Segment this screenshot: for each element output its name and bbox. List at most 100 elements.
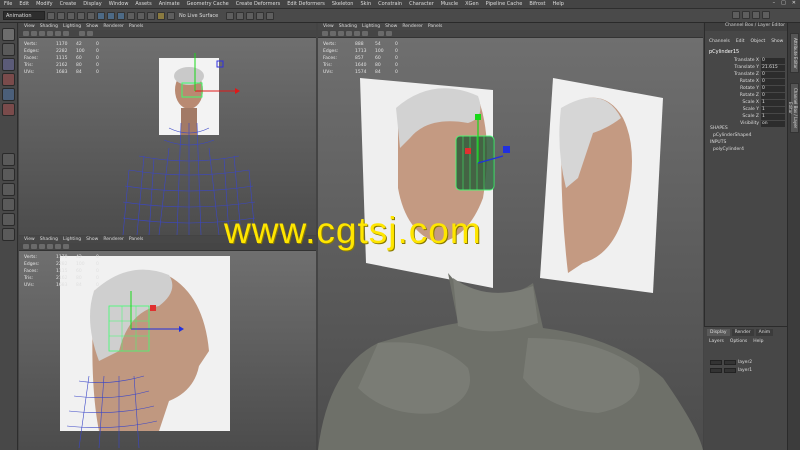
viewport-side[interactable]: View Shading Lighting Show Renderer Pane…: [19, 236, 316, 450]
attr-value-field[interactable]: 21.615: [761, 64, 785, 71]
move-tool-icon[interactable]: [2, 73, 15, 86]
attr-row[interactable]: Scale X1: [705, 99, 788, 106]
grid-icon[interactable]: [31, 244, 37, 249]
panel-menu-panels[interactable]: Panels: [129, 237, 143, 242]
selected-object-name[interactable]: pCylinder15: [709, 49, 739, 55]
menu-display[interactable]: Display: [83, 1, 101, 7]
panel-menu-show[interactable]: Show: [86, 24, 98, 29]
menu-constrain[interactable]: Constrain: [378, 1, 402, 7]
panel-menu-shading[interactable]: Shading: [40, 237, 58, 242]
undo-icon[interactable]: [77, 11, 85, 20]
menu-set-dropdown[interactable]: Animation: [3, 11, 45, 20]
attr-value-field[interactable]: 0: [761, 57, 785, 64]
panel-menu-view[interactable]: View: [24, 237, 35, 242]
smooth-shade-icon[interactable]: [47, 31, 53, 36]
input-node[interactable]: polyCylinder4: [705, 147, 788, 152]
tab-anim[interactable]: Anim: [755, 329, 774, 336]
layer-visibility-toggle[interactable]: [710, 368, 722, 373]
channel-box-tab[interactable]: Channel Box / Layer Editor: [788, 83, 799, 133]
isolate-icon[interactable]: [378, 31, 384, 36]
attr-value-field[interactable]: 0: [761, 71, 785, 78]
layout-two-icon[interactable]: [2, 183, 15, 196]
cb-menu-show[interactable]: Show: [771, 39, 783, 44]
shape-node[interactable]: pCylinderShape4: [705, 133, 788, 138]
attr-row[interactable]: Translate Y 21.615: [705, 64, 788, 71]
menu-file[interactable]: File: [4, 1, 12, 7]
menu-animate[interactable]: Animate: [159, 1, 180, 7]
modeling-toolkit-icon[interactable]: [732, 11, 740, 19]
isolate-icon[interactable]: [79, 31, 85, 36]
menu-geometry-cache[interactable]: Geometry Cache: [187, 1, 229, 7]
grid-icon[interactable]: [330, 31, 336, 36]
menu-pipeline-cache[interactable]: Pipeline Cache: [486, 1, 523, 7]
attr-value-field[interactable]: 0: [761, 78, 785, 85]
menu-bifrost[interactable]: Bifrost: [529, 1, 545, 7]
select-component-icon[interactable]: [117, 11, 125, 20]
layout-single-icon[interactable]: [2, 153, 15, 166]
textured-icon[interactable]: [55, 244, 61, 249]
viewport-front[interactable]: View Shading Lighting Show Renderer Pane…: [19, 23, 316, 235]
layer-row[interactable]: layer1: [710, 367, 780, 374]
menu-create[interactable]: Create: [60, 1, 77, 7]
smooth-shade-icon[interactable]: [47, 244, 53, 249]
panel-menu-panels[interactable]: Panels: [428, 24, 442, 29]
attr-row[interactable]: Rotate X0: [705, 78, 788, 85]
menu-skin[interactable]: Skin: [360, 1, 371, 7]
menu-create-deformers[interactable]: Create Deformers: [236, 1, 281, 7]
menu-window[interactable]: Window: [109, 1, 129, 7]
panel-menu-lighting[interactable]: Lighting: [362, 24, 380, 29]
panel-menu-view[interactable]: View: [323, 24, 334, 29]
lights-icon[interactable]: [63, 244, 69, 249]
cb-menu-channels[interactable]: Channels: [709, 39, 730, 44]
panel-menu-show[interactable]: Show: [86, 237, 98, 242]
lights-icon[interactable]: [63, 31, 69, 36]
tab-display[interactable]: Display: [707, 329, 730, 336]
select-tool-icon[interactable]: [2, 28, 15, 41]
wireframe-icon[interactable]: [39, 31, 45, 36]
menu-muscle[interactable]: Muscle: [441, 1, 458, 7]
history-icon[interactable]: [226, 11, 235, 20]
attr-value-field[interactable]: 1: [761, 99, 785, 106]
hypershade-icon[interactable]: [266, 11, 275, 20]
menu-modify[interactable]: Modify: [36, 1, 53, 7]
layout-render-icon[interactable]: [2, 228, 15, 241]
camera-icon[interactable]: [322, 31, 328, 36]
attr-row[interactable]: Rotate Y0: [705, 85, 788, 92]
save-scene-icon[interactable]: [67, 11, 75, 20]
select-object-icon[interactable]: [107, 11, 115, 20]
attr-row[interactable]: Scale Y1: [705, 106, 788, 113]
tab-render[interactable]: Render: [731, 329, 754, 336]
close-icon[interactable]: ✕: [792, 0, 796, 6]
layout-graph-icon[interactable]: [2, 213, 15, 226]
attr-value-field[interactable]: 1: [761, 113, 785, 120]
lights-icon[interactable]: [362, 31, 368, 36]
viewport-canvas[interactable]: Verts: 1170 42 0 Edges: 2282 100 0 Faces: 1115 6…: [19, 251, 316, 450]
camera-icon[interactable]: [23, 31, 29, 36]
panel-menu-panels[interactable]: Panels: [129, 24, 143, 29]
channel-box-toggle-icon[interactable]: [762, 11, 770, 19]
attribute-editor-toggle-icon[interactable]: [742, 11, 750, 19]
panel-menu-renderer[interactable]: Renderer: [103, 24, 124, 29]
cb-menu-object[interactable]: Object: [751, 39, 766, 44]
maximize-icon[interactable]: □: [781, 0, 786, 6]
layer-type-toggle[interactable]: [724, 368, 736, 373]
grid-icon[interactable]: [31, 31, 37, 36]
snap-surface-icon[interactable]: [157, 11, 165, 20]
xray-icon[interactable]: [87, 31, 93, 36]
render-settings-icon[interactable]: [256, 11, 265, 20]
menu-assets[interactable]: Assets: [135, 1, 151, 7]
make-live-icon[interactable]: [167, 11, 175, 20]
wireframe-icon[interactable]: [39, 244, 45, 249]
new-scene-icon[interactable]: [47, 11, 55, 20]
cb-menu-edit[interactable]: Edit: [736, 39, 745, 44]
panel-menu-show[interactable]: Show: [385, 24, 397, 29]
attr-value-field[interactable]: 0: [761, 85, 785, 92]
layer-row[interactable]: layer2: [710, 359, 780, 366]
attr-row[interactable]: Translate Z0: [705, 71, 788, 78]
attr-value-field[interactable]: 0: [761, 92, 785, 99]
open-scene-icon[interactable]: [57, 11, 65, 20]
layer-menu-help[interactable]: Help: [753, 339, 763, 344]
layer-type-toggle[interactable]: [724, 360, 736, 365]
textured-icon[interactable]: [55, 31, 61, 36]
layout-four-icon[interactable]: [2, 168, 15, 181]
